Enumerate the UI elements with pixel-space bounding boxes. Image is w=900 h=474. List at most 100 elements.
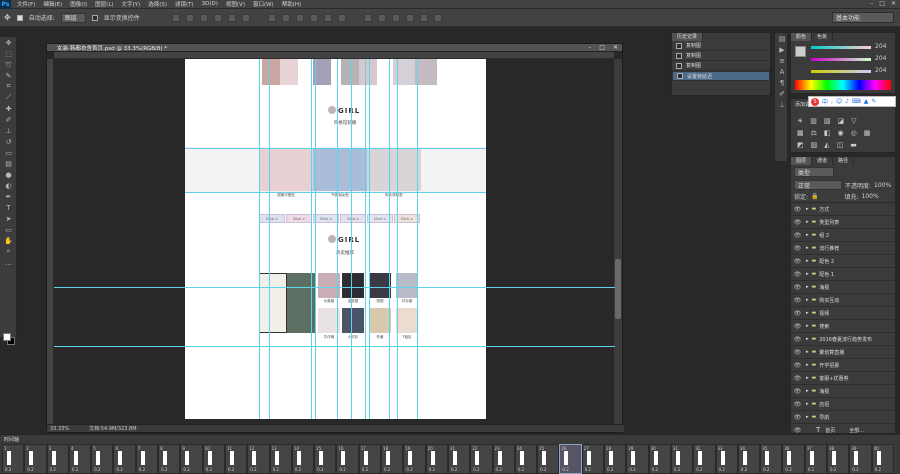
- timeline-frame[interactable]: 2 0.2: [24, 444, 47, 474]
- align-bottom-button[interactable]: [199, 13, 208, 22]
- frame-duration[interactable]: 0.2: [27, 467, 33, 472]
- layer-row[interactable]: 👁 T 首页 全部...: [791, 424, 895, 433]
- timeline-frame[interactable]: 9 0.2: [180, 444, 203, 474]
- timeline-frame[interactable]: 34 0.2: [737, 444, 761, 474]
- expand-arrow-icon[interactable]: ▸: [806, 362, 809, 368]
- photo-filter-icon[interactable]: ◉: [838, 129, 844, 137]
- frame-duration[interactable]: 0.2: [384, 467, 390, 472]
- visibility-eye-icon[interactable]: 👁: [791, 284, 804, 291]
- frame-duration[interactable]: 0.2: [540, 467, 546, 472]
- timeline-frame[interactable]: 38 0.2: [826, 444, 850, 474]
- guide-vertical[interactable]: [337, 59, 338, 419]
- menu-layer[interactable]: 图层(L): [95, 0, 113, 8]
- ime-voice-icon[interactable]: ♪: [845, 98, 849, 105]
- horizontal-ruler[interactable]: [54, 52, 614, 59]
- paragraph-panel-icon[interactable]: ¶: [775, 77, 789, 88]
- distribute-vcenter-button[interactable]: [281, 13, 290, 22]
- crop-tool-icon[interactable]: ⌗: [0, 81, 17, 92]
- distribute-bottom-button[interactable]: [295, 13, 304, 22]
- ime-keyboard-icon[interactable]: ⌨: [852, 98, 861, 105]
- vertical-ruler[interactable]: [47, 59, 54, 424]
- color-tab[interactable]: 颜色: [791, 33, 813, 41]
- frame-duration[interactable]: 0.2: [741, 467, 747, 472]
- timeline-frame[interactable]: 17 0.2: [358, 444, 382, 474]
- guide-horizontal[interactable]: [185, 192, 486, 193]
- visibility-eye-icon[interactable]: 👁: [791, 245, 804, 252]
- menu-select[interactable]: 选择(S): [148, 0, 167, 8]
- frame-duration[interactable]: 0.2: [518, 467, 524, 472]
- timeline-frame[interactable]: 40 0.2: [871, 444, 894, 474]
- ime-tool-icon[interactable]: ✎: [871, 98, 876, 105]
- levels-icon[interactable]: ▥: [810, 117, 817, 125]
- ime-skin-icon[interactable]: ▲: [864, 98, 869, 105]
- layer-row[interactable]: 👁 ▸ ▬ 配色 1: [791, 268, 895, 281]
- show-transform-checkbox[interactable]: [91, 14, 98, 21]
- eraser-tool-icon[interactable]: ▭: [0, 147, 17, 158]
- frame-duration[interactable]: 0.2: [719, 467, 725, 472]
- frame-duration[interactable]: 0.2: [562, 467, 568, 472]
- layer-row[interactable]: 👁 ▸ ▬ 聚划算直播: [791, 346, 895, 359]
- timeline-frame[interactable]: 23 0.2: [492, 444, 515, 474]
- frame-duration[interactable]: 0.2: [5, 467, 11, 472]
- guide-vertical[interactable]: [315, 59, 316, 419]
- color-spectrum[interactable]: [795, 80, 891, 90]
- menu-window[interactable]: 窗口(W): [253, 0, 274, 8]
- timeline-frame[interactable]: 36 0.2: [782, 444, 805, 474]
- visibility-eye-icon[interactable]: 👁: [791, 271, 804, 278]
- brightness-icon[interactable]: ☀: [797, 117, 803, 125]
- history-item[interactable]: 复制图: [672, 51, 770, 61]
- click-button[interactable]: Click >: [286, 214, 312, 223]
- expand-arrow-icon[interactable]: ▸: [806, 232, 809, 238]
- timeline-frame[interactable]: 20 0.2: [425, 444, 448, 474]
- curves-icon[interactable]: ▧: [824, 117, 831, 125]
- guide-horizontal[interactable]: [54, 287, 615, 288]
- green-value[interactable]: 204: [875, 55, 886, 62]
- frame-duration[interactable]: 0.2: [339, 467, 345, 472]
- ime-punct-icon[interactable]: ‚: [831, 98, 833, 105]
- brush-tool-icon[interactable]: ✐: [0, 114, 17, 125]
- guide-vertical[interactable]: [269, 59, 270, 419]
- frame-duration[interactable]: 0.2: [875, 467, 881, 472]
- timeline-frame[interactable]: 37 0.2: [804, 444, 827, 474]
- frame-duration[interactable]: 0.2: [139, 467, 145, 472]
- shape-tool-icon[interactable]: ▭: [0, 224, 17, 235]
- red-value[interactable]: 204: [875, 43, 886, 50]
- visibility-eye-icon[interactable]: 👁: [791, 323, 804, 330]
- history-item[interactable]: 设置帧延迟: [672, 71, 770, 81]
- frame-duration[interactable]: 0.2: [250, 467, 256, 472]
- gradient-map-icon[interactable]: ▬: [850, 141, 857, 149]
- visibility-eye-icon[interactable]: 👁: [791, 375, 804, 382]
- auto-select-dropdown[interactable]: 图层: [60, 12, 86, 23]
- timeline-frame[interactable]: 13 0.2: [269, 444, 292, 474]
- expand-arrow-icon[interactable]: ▸: [806, 375, 809, 381]
- visibility-eye-icon[interactable]: 👁: [791, 206, 804, 213]
- frame-duration[interactable]: 0.2: [362, 467, 368, 472]
- click-button[interactable]: Click >: [259, 214, 285, 223]
- quick-select-tool-icon[interactable]: ✎: [0, 70, 17, 81]
- align-hcenter-button[interactable]: [227, 13, 236, 22]
- timeline-frame[interactable]: 39 0.2: [849, 444, 872, 474]
- timeline-frame[interactable]: 11 0.2: [224, 444, 248, 474]
- balance-icon[interactable]: ⚖: [811, 129, 817, 137]
- timeline-frame[interactable]: 10 0.2: [202, 444, 225, 474]
- expand-arrow-icon[interactable]: ▸: [806, 284, 809, 290]
- history-panel-icon[interactable]: ▤: [775, 33, 789, 44]
- close-icon[interactable]: ✕: [891, 0, 896, 7]
- scrollbar-thumb[interactable]: [615, 259, 621, 319]
- vertical-scrollbar[interactable]: [614, 59, 622, 424]
- visibility-eye-icon[interactable]: 👁: [791, 401, 804, 408]
- dodge-tool-icon[interactable]: ◐: [0, 180, 17, 191]
- expand-arrow-icon[interactable]: ▸: [806, 297, 809, 303]
- frame-duration[interactable]: 0.2: [808, 467, 814, 472]
- timeline-frame[interactable]: 28 0.2: [604, 444, 627, 474]
- timeline-frame[interactable]: 15 0.2: [314, 444, 337, 474]
- blue-slider[interactable]: [811, 70, 871, 73]
- bw-icon[interactable]: ◧: [824, 129, 831, 137]
- timeline-frame[interactable]: 31 0.2: [670, 444, 694, 474]
- doc-minimize-icon[interactable]: –: [588, 44, 591, 51]
- expand-arrow-icon[interactable]: ▸: [806, 349, 809, 355]
- layer-row[interactable]: 👁 ▸ ▬ 导航: [791, 411, 895, 424]
- stamp-tool-icon[interactable]: ⊥: [0, 125, 17, 136]
- align-vcenter-button[interactable]: [185, 13, 194, 22]
- timeline-frame[interactable]: 30 0.2: [648, 444, 671, 474]
